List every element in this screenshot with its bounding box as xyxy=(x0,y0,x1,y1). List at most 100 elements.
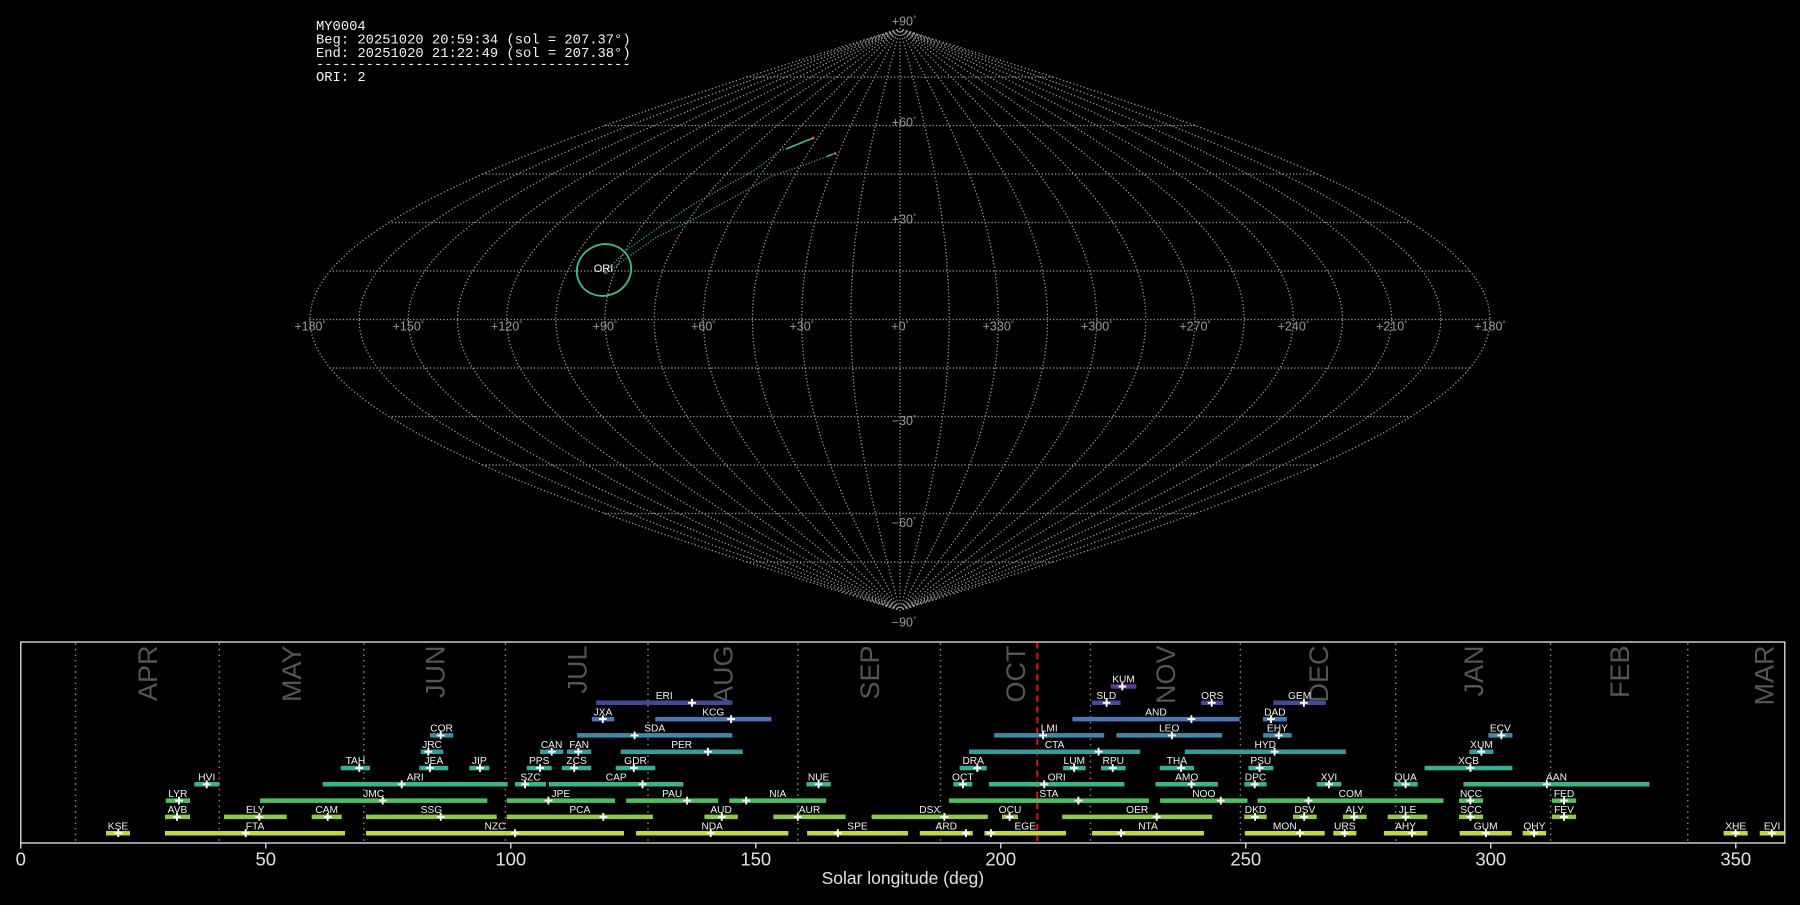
svg-text:EHY: EHY xyxy=(1267,724,1288,735)
svg-text:QUA: QUA xyxy=(1395,773,1417,784)
svg-text:PCA: PCA xyxy=(569,805,590,816)
svg-text:DPC: DPC xyxy=(1245,773,1267,784)
svg-text:FEV: FEV xyxy=(1554,805,1574,816)
svg-text:ZCS: ZCS xyxy=(566,756,587,767)
svg-text:KUM: KUM xyxy=(1112,675,1135,686)
svg-text:ORI: 2: ORI: 2 xyxy=(316,71,366,86)
svg-text:GDR: GDR xyxy=(624,756,647,767)
svg-text:NOV: NOV xyxy=(1151,646,1181,705)
svg-text:ARI: ARI xyxy=(407,773,424,784)
svg-text:KCG: KCG xyxy=(702,707,724,718)
svg-text:250: 250 xyxy=(1230,849,1261,870)
svg-text:PER: PER xyxy=(671,740,692,751)
svg-text:CTA: CTA xyxy=(1045,740,1065,751)
svg-text:+60°: +60° xyxy=(892,116,916,130)
svg-text:+90°: +90° xyxy=(593,320,617,334)
svg-text:+180°: +180° xyxy=(1474,320,1505,334)
svg-text:XCB: XCB xyxy=(1458,756,1479,767)
svg-text:+240°: +240° xyxy=(1278,320,1309,334)
svg-text:ARD: ARD xyxy=(936,821,958,832)
svg-text:ORS: ORS xyxy=(1201,691,1223,702)
svg-text:JEA: JEA xyxy=(424,756,443,767)
svg-text:XHE: XHE xyxy=(1725,821,1746,832)
svg-text:CAP: CAP xyxy=(606,773,627,784)
svg-text:JPE: JPE xyxy=(552,789,571,800)
svg-text:+300°: +300° xyxy=(1081,320,1112,334)
svg-text:−60°: −60° xyxy=(892,516,916,530)
svg-text:100: 100 xyxy=(495,849,526,870)
svg-text:FEB: FEB xyxy=(1605,646,1635,699)
svg-text:JIP: JIP xyxy=(472,756,487,767)
svg-text:JRC: JRC xyxy=(422,740,442,751)
svg-text:MAR: MAR xyxy=(1749,646,1779,706)
svg-text:MAY: MAY xyxy=(277,646,307,703)
svg-text:SCC: SCC xyxy=(1460,805,1482,816)
svg-text:+180°: +180° xyxy=(294,320,325,334)
svg-text:NOO: NOO xyxy=(1192,789,1215,800)
svg-text:OER: OER xyxy=(1126,805,1148,816)
svg-text:JUN: JUN xyxy=(420,646,450,699)
svg-text:PPS: PPS xyxy=(529,756,550,767)
svg-text:+210°: +210° xyxy=(1376,320,1407,334)
svg-text:DKD: DKD xyxy=(1245,805,1267,816)
svg-text:+150°: +150° xyxy=(393,320,424,334)
svg-text:HVI: HVI xyxy=(198,773,215,784)
svg-text:0: 0 xyxy=(16,849,26,870)
svg-text:−30°: −30° xyxy=(892,414,916,428)
svg-text:COR: COR xyxy=(430,724,453,735)
svg-text:AHY: AHY xyxy=(1395,821,1416,832)
svg-text:DSV: DSV xyxy=(1294,805,1315,816)
svg-text:PSU: PSU xyxy=(1250,756,1271,767)
svg-text:ELY: ELY xyxy=(246,805,265,816)
svg-text:CAN: CAN xyxy=(541,740,563,751)
svg-text:CAM: CAM xyxy=(315,805,338,816)
svg-text:+30°: +30° xyxy=(789,320,813,334)
svg-text:NIA: NIA xyxy=(769,789,786,800)
svg-text:AUR: AUR xyxy=(799,805,821,816)
svg-text:LYR: LYR xyxy=(168,789,187,800)
svg-text:AAN: AAN xyxy=(1546,773,1567,784)
svg-text:URS: URS xyxy=(1334,821,1356,832)
svg-text:DRA: DRA xyxy=(962,756,984,767)
svg-text:+30°: +30° xyxy=(892,213,916,227)
svg-text:PAU: PAU xyxy=(662,789,682,800)
svg-text:AVB: AVB xyxy=(168,805,188,816)
svg-text:OCU: OCU xyxy=(999,805,1022,816)
svg-text:JMC: JMC xyxy=(363,789,384,800)
svg-text:SPE: SPE xyxy=(847,821,868,832)
svg-text:AUD: AUD xyxy=(710,805,732,816)
svg-text:ORI: ORI xyxy=(1048,773,1066,784)
svg-text:50: 50 xyxy=(256,849,277,870)
svg-text:GEM: GEM xyxy=(1288,691,1311,702)
svg-text:NUE: NUE xyxy=(808,773,830,784)
svg-text:ALY: ALY xyxy=(1346,805,1365,816)
svg-text:OCT: OCT xyxy=(1001,646,1031,703)
svg-text:JLE: JLE xyxy=(1399,805,1417,816)
svg-text:SDA: SDA xyxy=(644,724,665,735)
svg-text:APR: APR xyxy=(133,646,163,702)
svg-text:EVI: EVI xyxy=(1764,821,1780,832)
svg-text:LMI: LMI xyxy=(1041,724,1058,735)
svg-text:SLD: SLD xyxy=(1096,691,1116,702)
svg-text:+270°: +270° xyxy=(1179,320,1210,334)
svg-text:JXA: JXA xyxy=(594,707,613,718)
svg-text:SZC: SZC xyxy=(520,773,540,784)
svg-text:THA: THA xyxy=(1167,756,1188,767)
svg-text:+90°: +90° xyxy=(892,15,916,29)
svg-text:DAD: DAD xyxy=(1264,707,1286,718)
svg-text:AUG: AUG xyxy=(709,646,739,705)
svg-text:GUM: GUM xyxy=(1474,821,1498,832)
svg-text:SEP: SEP xyxy=(855,646,885,700)
svg-text:COM: COM xyxy=(1339,789,1363,800)
svg-text:RPU: RPU xyxy=(1103,756,1125,767)
svg-text:XUM: XUM xyxy=(1470,740,1493,751)
svg-text:OCT: OCT xyxy=(952,773,974,784)
svg-text:ERI: ERI xyxy=(656,691,673,702)
svg-text:DSX: DSX xyxy=(919,805,940,816)
svg-text:KSE: KSE xyxy=(108,821,129,832)
svg-text:+60°: +60° xyxy=(691,320,715,334)
svg-text:150: 150 xyxy=(740,849,771,870)
svg-text:AMO: AMO xyxy=(1175,773,1198,784)
svg-text:NCC: NCC xyxy=(1460,789,1482,800)
svg-text:XVI: XVI xyxy=(1321,773,1337,784)
